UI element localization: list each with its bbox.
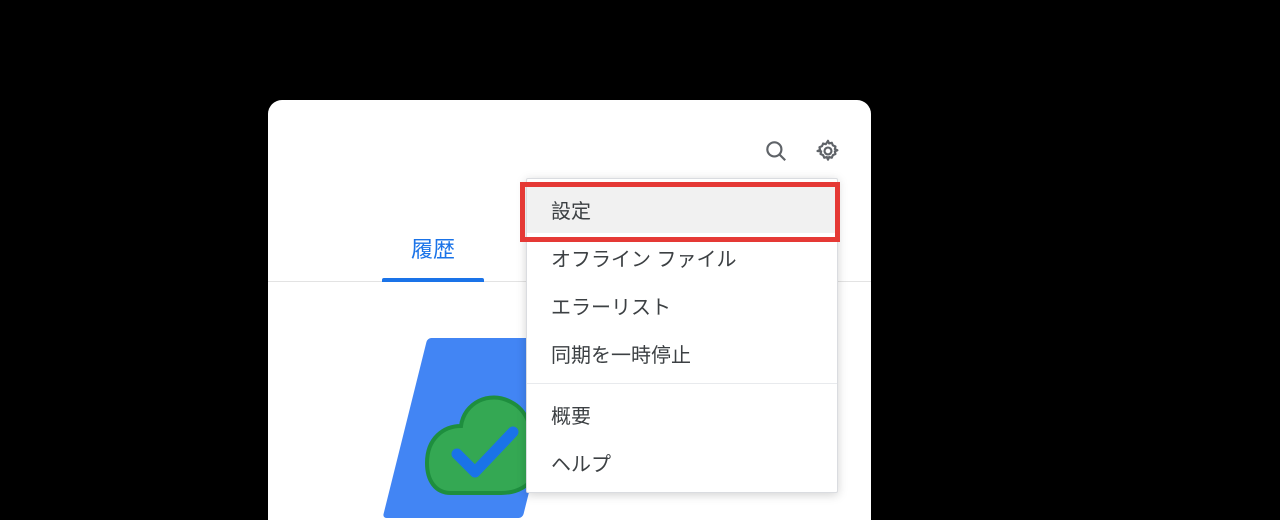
app-panel: 履歴 設定 オフライン ファイル エラーリスト 同期を一時停止 xyxy=(268,100,871,520)
search-icon[interactable] xyxy=(761,136,791,166)
menu-item-label: ヘルプ xyxy=(551,448,611,477)
sync-status-icon xyxy=(405,338,545,518)
gear-icon[interactable] xyxy=(813,136,843,166)
menu-item-label: オフライン ファイル xyxy=(551,243,737,272)
menu-item-pause-sync[interactable]: 同期を一時停止 xyxy=(527,329,837,377)
menu-item-label: 同期を一時停止 xyxy=(551,339,691,368)
menu-item-label: エラーリスト xyxy=(551,291,671,320)
menu-item-help[interactable]: ヘルプ xyxy=(527,438,837,486)
settings-menu: 設定 オフライン ファイル エラーリスト 同期を一時停止 概要 ヘルプ xyxy=(526,178,838,493)
menu-item-settings[interactable]: 設定 xyxy=(527,185,837,233)
menu-item-error-list[interactable]: エラーリスト xyxy=(527,281,837,329)
menu-item-label: 概要 xyxy=(551,400,591,429)
tab-history[interactable]: 履歴 xyxy=(380,226,486,282)
menu-item-about[interactable]: 概要 xyxy=(527,390,837,438)
menu-item-offline-files[interactable]: オフライン ファイル xyxy=(527,233,837,281)
tab-history-label: 履歴 xyxy=(411,232,455,264)
menu-item-label: 設定 xyxy=(551,195,591,224)
top-icon-bar xyxy=(761,136,843,166)
